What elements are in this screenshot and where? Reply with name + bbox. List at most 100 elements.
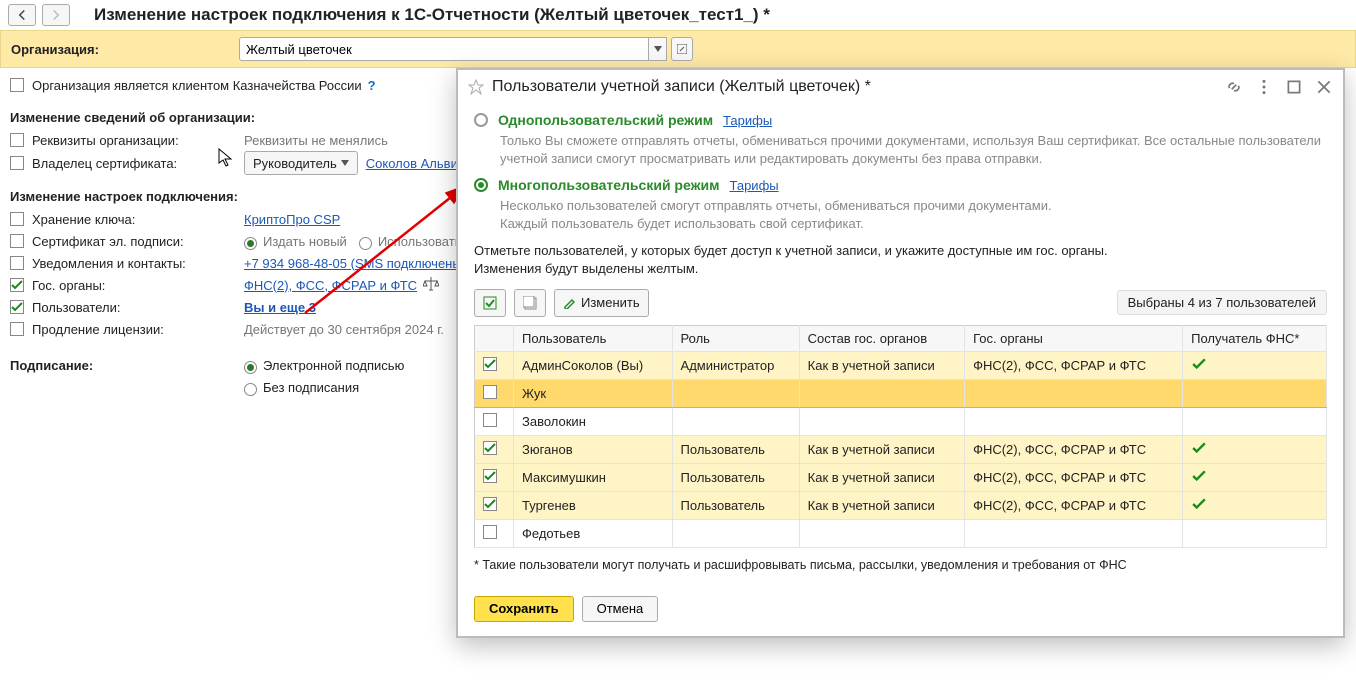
col-user[interactable]: Пользователь bbox=[514, 325, 673, 351]
cert-owner-checkbox[interactable] bbox=[10, 156, 24, 170]
gov-agencies-link[interactable]: ФНС(2), ФСС, ФСРАР и ФТС bbox=[244, 278, 417, 293]
row-checkbox[interactable] bbox=[483, 497, 497, 511]
single-user-mode-title: Однопользовательский режим bbox=[498, 112, 713, 128]
scales-icon bbox=[423, 277, 439, 294]
notifications-checkbox[interactable] bbox=[10, 256, 24, 270]
table-row[interactable]: МаксимушкинПользовательКак в учетной зап… bbox=[475, 463, 1327, 491]
col-role[interactable]: Роль bbox=[672, 325, 799, 351]
signing-ep-radio[interactable] bbox=[244, 361, 257, 374]
col-comp[interactable]: Состав гос. органов bbox=[799, 325, 964, 351]
cert-use-existing-radio[interactable] bbox=[359, 237, 372, 250]
users-modal: Пользователи учетной записи (Желтый цвет… bbox=[456, 68, 1345, 638]
cert-owner-label: Владелец сертификата: bbox=[32, 156, 244, 171]
maximize-icon[interactable] bbox=[1285, 78, 1303, 96]
org-requisites-value: Реквизиты не менялись bbox=[244, 133, 388, 148]
cert-use-existing-label: Использовать bbox=[378, 234, 462, 249]
tariffs-link-multi[interactable]: Тарифы bbox=[729, 178, 778, 193]
kebab-menu-icon[interactable] bbox=[1255, 78, 1273, 96]
cell-fns bbox=[1183, 519, 1327, 547]
cell-role: Администратор bbox=[672, 351, 799, 379]
users-table: Пользователь Роль Состав гос. органов Го… bbox=[474, 325, 1327, 548]
close-icon[interactable] bbox=[1315, 78, 1333, 96]
multi-user-mode-title: Многопользовательский режим bbox=[498, 177, 719, 193]
license-checkbox[interactable] bbox=[10, 322, 24, 336]
organization-dropdown-button[interactable] bbox=[649, 37, 667, 61]
row-checkbox[interactable] bbox=[483, 385, 497, 399]
cell-role bbox=[672, 407, 799, 435]
cert-sign-label: Сертификат эл. подписи: bbox=[32, 234, 244, 249]
cell-fns bbox=[1183, 351, 1327, 379]
notifications-link[interactable]: +7 934 968-48-05 (SMS подключены) bbox=[244, 256, 466, 271]
select-all-button[interactable] bbox=[474, 289, 506, 317]
license-label: Продление лицензии: bbox=[32, 322, 244, 337]
nav-back-button[interactable] bbox=[8, 4, 36, 26]
cell-role: Пользователь bbox=[672, 463, 799, 491]
cert-owner-dropdown[interactable]: Руководитель bbox=[244, 151, 358, 175]
cell-user: Тургенев bbox=[514, 491, 673, 519]
edit-button[interactable]: Изменить bbox=[554, 289, 649, 317]
instructions-text: Отметьте пользователей, у которых будет … bbox=[474, 242, 1327, 278]
cert-issue-new-label: Издать новый bbox=[263, 234, 347, 249]
table-row[interactable]: Заволокин bbox=[475, 407, 1327, 435]
multi-user-mode-desc: Несколько пользователей смогут отправлят… bbox=[500, 197, 1327, 232]
col-gov[interactable]: Гос. органы bbox=[965, 325, 1183, 351]
organization-input[interactable] bbox=[239, 37, 649, 61]
org-requisites-checkbox[interactable] bbox=[10, 133, 24, 147]
col-fns[interactable]: Получатель ФНС* bbox=[1183, 325, 1327, 351]
deselect-all-button[interactable] bbox=[514, 289, 546, 317]
signing-none-radio[interactable] bbox=[244, 383, 257, 396]
cell-user: АдминСоколов (Вы) bbox=[514, 351, 673, 379]
license-value: Действует до 30 сентября 2024 г. bbox=[244, 322, 444, 337]
help-icon[interactable]: ? bbox=[368, 78, 376, 93]
treasury-client-checkbox[interactable] bbox=[10, 78, 24, 92]
row-checkbox[interactable] bbox=[483, 413, 497, 427]
users-checkbox[interactable] bbox=[10, 300, 24, 314]
table-row[interactable]: ТургеневПользовательКак в учетной записи… bbox=[475, 491, 1327, 519]
save-button[interactable]: Сохранить bbox=[474, 596, 574, 622]
nav-forward-button[interactable] bbox=[42, 4, 70, 26]
treasury-client-label: Организация является клиентом Казначейст… bbox=[32, 78, 362, 93]
multi-user-mode-radio[interactable] bbox=[474, 178, 488, 192]
cell-gov bbox=[965, 379, 1183, 407]
single-user-mode-radio[interactable] bbox=[474, 113, 488, 127]
cell-comp bbox=[799, 379, 964, 407]
gov-agencies-label: Гос. органы: bbox=[32, 278, 244, 293]
modal-title: Пользователи учетной записи (Желтый цвет… bbox=[492, 78, 1217, 96]
cert-issue-new-radio[interactable] bbox=[244, 237, 257, 250]
signing-label: Подписание: bbox=[10, 358, 222, 373]
organization-open-button[interactable] bbox=[671, 37, 693, 61]
row-checkbox[interactable] bbox=[483, 357, 497, 371]
cell-user: Заволокин bbox=[514, 407, 673, 435]
cancel-button[interactable]: Отмена bbox=[582, 596, 659, 622]
cert-sign-checkbox[interactable] bbox=[10, 234, 24, 248]
cert-owner-link[interactable]: Соколов Альви... bbox=[366, 156, 469, 171]
users-label: Пользователи: bbox=[32, 300, 244, 315]
gov-agencies-checkbox[interactable] bbox=[10, 278, 24, 292]
table-row[interactable]: Жук bbox=[475, 379, 1327, 407]
table-row[interactable]: Федотьев bbox=[475, 519, 1327, 547]
selection-status: Выбраны 4 из 7 пользователей bbox=[1117, 290, 1327, 315]
footnote-text: * Такие пользователи могут получать и ра… bbox=[474, 558, 1327, 572]
cell-user: Федотьев bbox=[514, 519, 673, 547]
key-store-checkbox[interactable] bbox=[10, 212, 24, 226]
cell-gov: ФНС(2), ФСС, ФСРАР и ФТС bbox=[965, 463, 1183, 491]
signing-none-label: Без подписания bbox=[263, 380, 359, 395]
row-checkbox[interactable] bbox=[483, 525, 497, 539]
favorite-star-icon[interactable] bbox=[468, 79, 484, 95]
cell-comp bbox=[799, 407, 964, 435]
table-row[interactable]: АдминСоколов (Вы)АдминистраторКак в учет… bbox=[475, 351, 1327, 379]
table-row[interactable]: ЗюгановПользовательКак в учетной записиФ… bbox=[475, 435, 1327, 463]
key-store-link[interactable]: КриптоПро CSP bbox=[244, 212, 340, 227]
row-checkbox[interactable] bbox=[483, 441, 497, 455]
cell-comp: Как в учетной записи bbox=[799, 351, 964, 379]
cell-fns bbox=[1183, 407, 1327, 435]
row-checkbox[interactable] bbox=[483, 469, 497, 483]
users-link[interactable]: Вы и еще 3 bbox=[244, 300, 316, 315]
cell-comp: Как в учетной записи bbox=[799, 435, 964, 463]
cell-comp: Как в учетной записи bbox=[799, 491, 964, 519]
cell-role: Пользователь bbox=[672, 491, 799, 519]
tariffs-link-single[interactable]: Тарифы bbox=[723, 113, 772, 128]
page-title: Изменение настроек подключения к 1С-Отче… bbox=[94, 5, 770, 25]
cell-user: Зюганов bbox=[514, 435, 673, 463]
link-icon[interactable] bbox=[1225, 78, 1243, 96]
